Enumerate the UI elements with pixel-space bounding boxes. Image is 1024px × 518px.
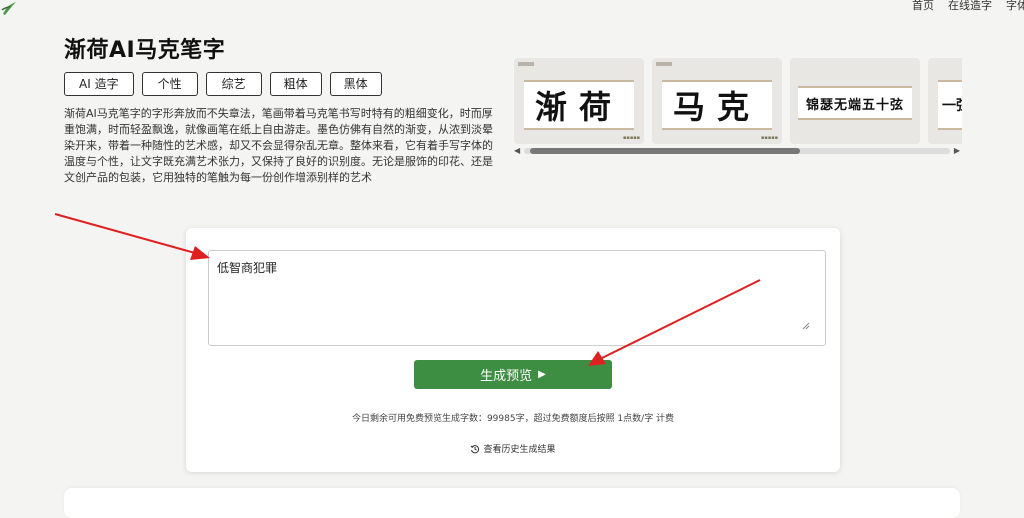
resize-grip-icon[interactable] bbox=[802, 322, 810, 330]
sample-text: 锦瑟无端五十弦 bbox=[805, 97, 904, 113]
generator-panel: 低智商犯罪 生成预览 ▶ 今日剩余可用免费预览生成字数：99985字，超过免费额… bbox=[186, 228, 840, 472]
sample-plate: 马克 bbox=[662, 80, 772, 130]
card-badge bbox=[656, 62, 672, 66]
history-link[interactable]: 查看历史生成结果 bbox=[186, 442, 840, 455]
card-badge bbox=[518, 62, 534, 66]
sample-card[interactable]: 一弦 bbox=[928, 58, 962, 144]
history-icon bbox=[471, 444, 480, 453]
sample-carousel: 渐荷 ▪▪▪▪▪ 马克 ▪▪▪▪▪ 锦瑟无端五十弦 一弦 ◀ ▶ bbox=[512, 56, 962, 160]
sample-text: 马克 bbox=[672, 88, 761, 126]
scroll-thumb[interactable] bbox=[530, 148, 800, 154]
card-watermark: ▪▪▪▪▪ bbox=[623, 135, 640, 141]
scroll-right-icon[interactable]: ▶ bbox=[954, 146, 960, 156]
sample-plate: 一弦 bbox=[938, 80, 962, 130]
history-label: 查看历史生成结果 bbox=[483, 445, 556, 455]
carousel-scrollbar[interactable]: ◀ ▶ bbox=[512, 146, 962, 156]
site-logo[interactable] bbox=[0, 0, 18, 16]
sample-text: 渐荷 bbox=[534, 88, 623, 126]
card-watermark: ▪▪▪▪▪ bbox=[761, 135, 778, 141]
bottom-card bbox=[64, 488, 960, 518]
sample-card[interactable]: 渐荷 ▪▪▪▪▪ bbox=[514, 58, 644, 144]
quota-text: 今日剩余可用免费预览生成字数：99985字，超过免费额度后按照 1点数/字 计费 bbox=[351, 414, 675, 424]
nav-fonts[interactable]: 字体 bbox=[1006, 0, 1024, 14]
sample-text: 一弦 bbox=[942, 98, 962, 114]
text-input[interactable]: 低智商犯罪 bbox=[208, 250, 826, 346]
play-icon: ▶ bbox=[538, 369, 546, 380]
nav-online-create[interactable]: 在线造字 bbox=[948, 0, 992, 14]
tag-variety[interactable]: 综艺 bbox=[205, 72, 262, 96]
tag-heiti[interactable]: 黑体 bbox=[329, 72, 382, 96]
sample-card[interactable]: 锦瑟无端五十弦 bbox=[790, 58, 920, 144]
tag-personality[interactable]: 个性 bbox=[141, 72, 198, 96]
top-nav: 首页 在线造字 字体 bbox=[912, 0, 1024, 14]
tag-ai-create[interactable]: AI 造字 bbox=[64, 72, 134, 96]
sample-card[interactable]: 马克 ▪▪▪▪▪ bbox=[652, 58, 782, 144]
nav-home[interactable]: 首页 bbox=[912, 0, 934, 14]
generate-button-label: 生成预览 bbox=[480, 369, 533, 384]
tag-bold[interactable]: 粗体 bbox=[269, 72, 322, 96]
sample-plate: 渐荷 bbox=[524, 80, 634, 130]
font-description: 渐荷AI马克笔字的字形奔放而不失章法，笔画带着马克笔书写时特有的粗细变化，时而厚… bbox=[64, 107, 493, 184]
generate-preview-button[interactable]: 生成预览 ▶ bbox=[414, 360, 612, 389]
scroll-left-icon[interactable]: ◀ bbox=[514, 146, 520, 156]
sample-plate: 锦瑟无端五十弦 bbox=[798, 86, 912, 120]
tag-list: AI 造字 个性 综艺 粗体 黑体 bbox=[64, 72, 382, 96]
page-title: 渐荷AI马克笔字 bbox=[64, 38, 226, 63]
